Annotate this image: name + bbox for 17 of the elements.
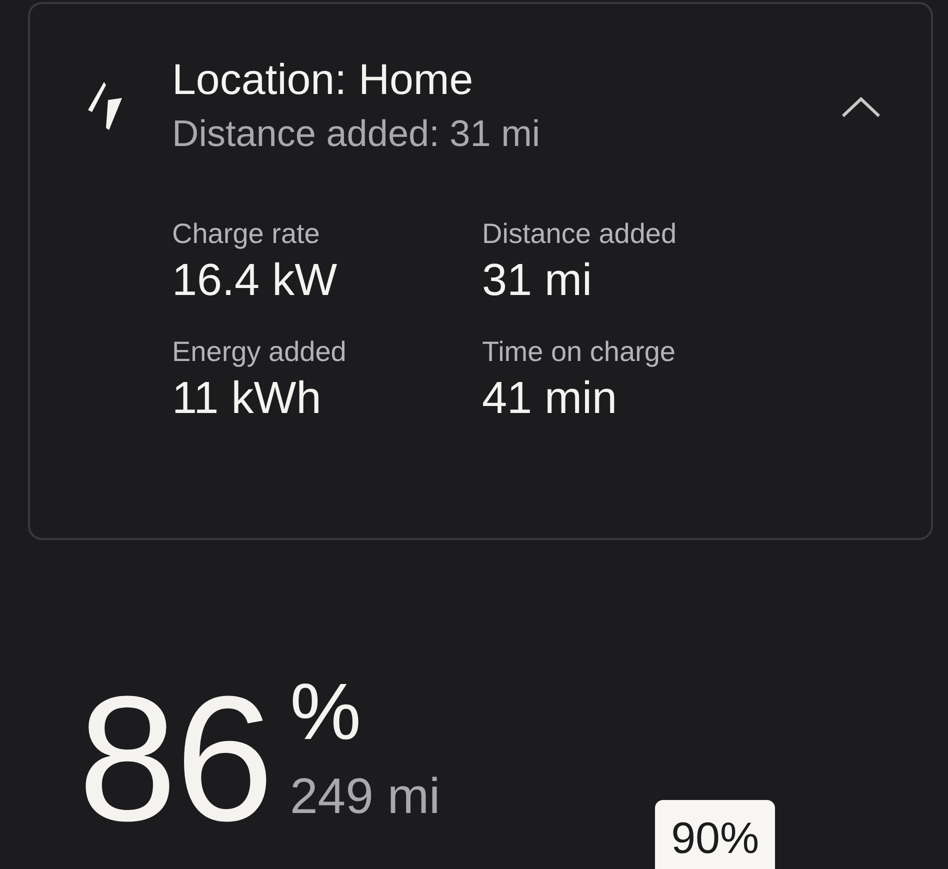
chevron-icon xyxy=(841,96,881,118)
session-subtitle: Distance added: 31 mi xyxy=(172,112,542,156)
range-estimate: 249 mi xyxy=(290,767,440,826)
collapse-toggle[interactable] xyxy=(841,96,881,118)
percent-unit: % xyxy=(290,670,362,754)
lightning-icon xyxy=(88,82,124,130)
stat-label: Energy added xyxy=(172,335,348,369)
stat-value: 16.4 kW xyxy=(172,253,338,307)
stat-value: 11 kWh xyxy=(172,371,322,425)
charge-limit-badge: 90% xyxy=(655,800,776,869)
stat-label: Distance added xyxy=(482,217,678,251)
stat-value: 41 min xyxy=(482,371,618,425)
stat-label: Time on charge xyxy=(482,335,676,369)
battery-percent: 86 xyxy=(78,670,272,848)
stat-value: 31 mi xyxy=(482,253,594,307)
stat-label: Charge rate xyxy=(172,217,321,251)
session-title: Location: Home xyxy=(172,55,474,106)
